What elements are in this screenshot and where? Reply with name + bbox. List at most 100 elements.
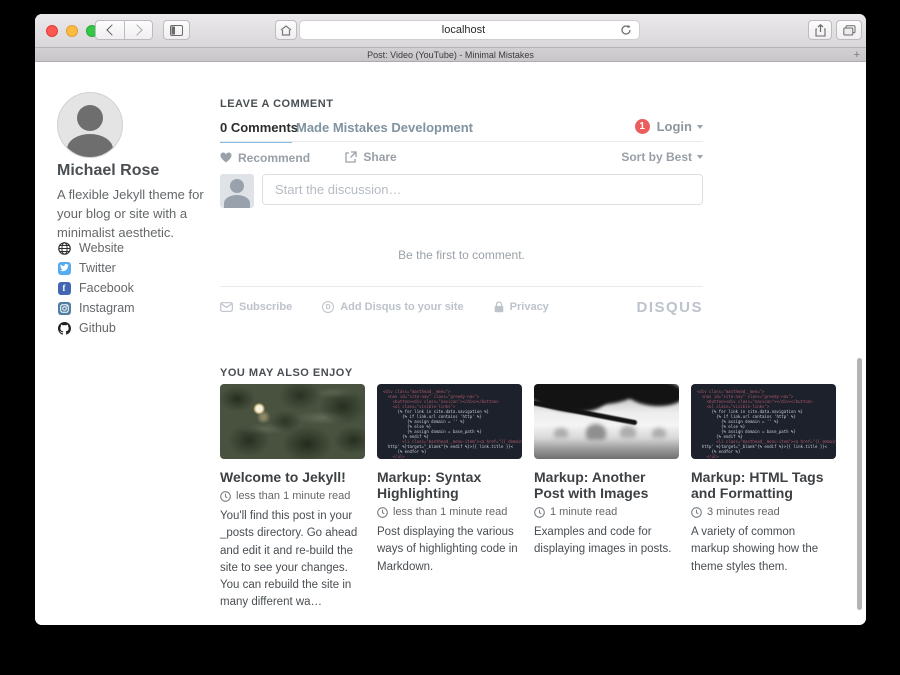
add-disqus-link[interactable]: D Add Disqus to your site	[322, 301, 463, 313]
comment-input[interactable]	[262, 174, 703, 205]
sidebar-link-website[interactable]: Website	[57, 238, 135, 258]
tabs-overview-icon	[843, 25, 856, 36]
browser-toolbar	[35, 14, 866, 48]
github-icon	[57, 321, 71, 335]
commenter-avatar	[220, 174, 254, 208]
sidebar-link-label: Instagram	[79, 301, 135, 315]
disqus-footer: Subscribe D Add Disqus to your site Priv…	[220, 298, 703, 316]
recommend-label: Recommend	[238, 151, 310, 165]
sidebar-toggle-button[interactable]	[163, 20, 190, 40]
sidebar-link-facebook[interactable]: f Facebook	[57, 278, 135, 298]
post-thumbnail-code[interactable]: <div class="masthead__menu"> <nav id="si…	[691, 384, 836, 459]
post-title-link[interactable]: Markup: HTML Tags and Formatting	[691, 469, 836, 501]
empty-state-text: Be the first to comment.	[220, 248, 703, 262]
post-thumbnail-fog-tree[interactable]	[534, 384, 679, 459]
lock-icon	[494, 301, 504, 313]
twitter-icon	[57, 261, 71, 275]
post-excerpt: Examples and code for displaying images …	[534, 524, 679, 559]
clock-icon	[377, 507, 388, 518]
related-post-card: <div class="masthead__menu"> <nav id="si…	[691, 384, 836, 612]
author-bio: A flexible Jekyll theme for your blog or…	[57, 186, 211, 243]
back-button[interactable]	[95, 20, 124, 40]
sort-label: Sort by Best	[621, 150, 692, 164]
window-controls	[46, 25, 98, 37]
leave-a-comment-heading: LEAVE A COMMENT	[220, 98, 333, 110]
address-bar-input[interactable]	[299, 20, 640, 40]
author-links: Website Twitter f Facebook	[57, 238, 135, 338]
post-title-link[interactable]: Markup: Another Post with Images	[534, 469, 679, 501]
refresh-icon[interactable]	[620, 24, 632, 36]
sidebar-link-twitter[interactable]: Twitter	[57, 258, 135, 278]
browser-window: Post: Video (YouTube) - Minimal Mistakes…	[35, 14, 866, 625]
sort-by-best-dropdown[interactable]: Sort by Best	[621, 150, 703, 164]
post-thumbnail-green-foam[interactable]	[220, 384, 365, 459]
sidebar-link-instagram[interactable]: Instagram	[57, 298, 135, 318]
tab-current[interactable]: Post: Video (YouTube) - Minimal Mistakes	[35, 48, 866, 61]
you-may-also-enjoy-heading: YOU MAY ALSO ENJOY	[220, 367, 353, 379]
vertical-scrollbar[interactable]	[857, 358, 862, 610]
related-post-card: Welcome to Jekyll! less than 1 minute re…	[220, 384, 365, 612]
new-tab-button[interactable]: +	[854, 48, 860, 61]
post-title-link[interactable]: Markup: Syntax Highlighting	[377, 469, 522, 501]
envelope-icon	[220, 302, 233, 312]
sidebar-link-label: Facebook	[79, 281, 134, 295]
caret-down-icon	[697, 155, 703, 159]
sidebar-link-github[interactable]: Github	[57, 318, 135, 338]
related-post-card: <div class="masthead__menu"> <nav id="si…	[377, 384, 522, 612]
show-tabs-button[interactable]	[836, 20, 862, 40]
subscribe-link[interactable]: Subscribe	[220, 301, 292, 313]
home-button[interactable]	[275, 20, 297, 40]
share-button[interactable]	[808, 20, 832, 40]
privacy-link[interactable]: Privacy	[494, 301, 549, 313]
chevron-left-icon	[106, 24, 117, 35]
related-posts: Welcome to Jekyll! less than 1 minute re…	[220, 384, 836, 612]
post-excerpt: A variety of common markup showing how t…	[691, 524, 836, 576]
tab-bar: Post: Video (YouTube) - Minimal Mistakes…	[35, 48, 866, 62]
post-excerpt: You'll find this post in your _posts dir…	[220, 508, 365, 612]
read-time: less than 1 minute read	[377, 506, 522, 518]
clock-icon	[534, 507, 545, 518]
avatar-silhouette	[77, 105, 103, 131]
share-comments-button[interactable]: Share	[345, 150, 396, 164]
chevron-right-icon	[131, 24, 142, 35]
page-content: Michael Rose A flexible Jekyll theme for…	[35, 62, 866, 625]
login-menu[interactable]: 1 Login	[635, 119, 703, 134]
post-excerpt: Post displaying the various ways of high…	[377, 524, 522, 576]
globe-icon	[57, 241, 71, 255]
share-icon	[815, 24, 826, 37]
author-name: Michael Rose	[57, 162, 159, 180]
read-time: 3 minutes read	[691, 506, 836, 518]
facebook-icon: f	[57, 281, 71, 295]
sidebar-link-label: Website	[79, 241, 124, 255]
divider	[220, 286, 703, 287]
home-icon	[280, 25, 292, 36]
tab-community[interactable]: Made Mistakes Development	[296, 120, 473, 135]
sidebar-icon	[170, 25, 183, 36]
share-label: Share	[363, 150, 396, 164]
read-time: less than 1 minute read	[220, 490, 365, 502]
disqus-d-icon: D	[322, 301, 334, 313]
heart-icon	[220, 152, 232, 163]
read-time: 1 minute read	[534, 506, 679, 518]
tab-comments-count[interactable]: 0 Comments	[220, 120, 298, 135]
instagram-icon	[57, 301, 71, 315]
recommend-button[interactable]: Recommend	[220, 151, 310, 165]
post-thumbnail-code[interactable]: <div class="masthead__menu"> <nav id="si…	[377, 384, 522, 459]
history-nav-group	[95, 20, 153, 40]
sidebar-link-label: Github	[79, 321, 116, 335]
forward-button[interactable]	[124, 20, 153, 40]
clock-icon	[691, 507, 702, 518]
sidebar-link-label: Twitter	[79, 261, 116, 275]
minimize-window-button[interactable]	[66, 25, 78, 37]
disqus-header: 0 Comments Made Mistakes Development 1 L…	[220, 118, 703, 142]
clock-icon	[220, 491, 231, 502]
close-window-button[interactable]	[46, 25, 58, 37]
disqus-logo[interactable]: DISQUS	[636, 299, 703, 316]
caret-down-icon	[697, 125, 703, 129]
post-title-link[interactable]: Welcome to Jekyll!	[220, 469, 365, 485]
login-label: Login	[657, 119, 692, 134]
share-icon	[345, 151, 357, 163]
disqus-actions-row: Recommend Share Sort by Best	[220, 150, 703, 168]
code-thumbnail-lines: <div class="masthead__menu"> <nav id="si…	[697, 389, 830, 459]
notification-badge: 1	[635, 119, 650, 134]
